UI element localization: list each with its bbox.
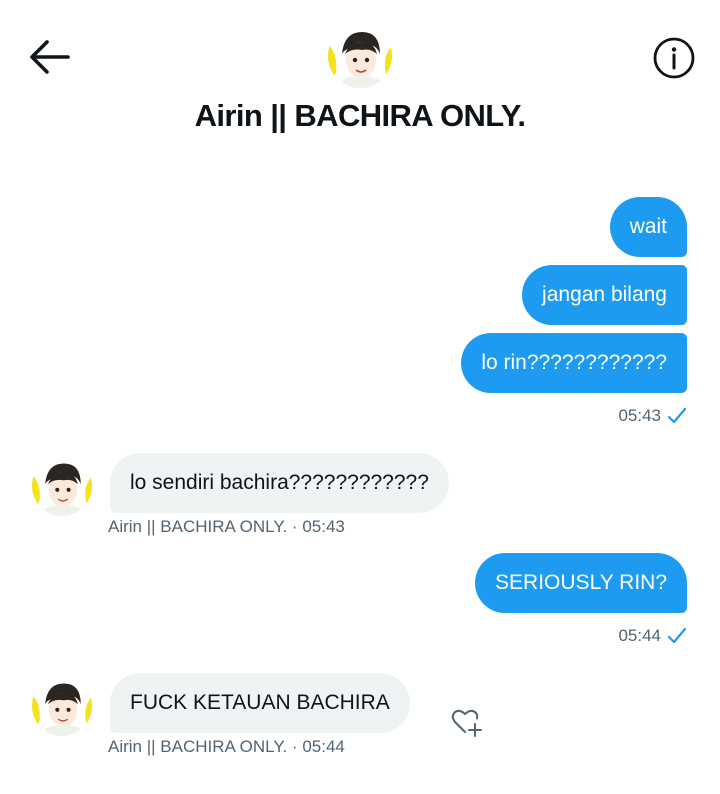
message-bubble-incoming[interactable]: lo sendiri bachira???????????? (110, 453, 449, 513)
profile-picture (32, 456, 92, 516)
profile-picture (328, 24, 392, 88)
check-icon (667, 407, 687, 424)
profile-picture (32, 676, 92, 736)
sender-avatar[interactable] (32, 676, 92, 736)
message-meta: 05:44 (618, 626, 687, 646)
heart-plus-icon (451, 709, 482, 737)
message-meta: 05:43 (618, 406, 687, 426)
message-bubble-outgoing[interactable]: wait (609, 197, 687, 257)
arrow-left-icon (30, 40, 70, 74)
add-reaction-button[interactable] (450, 706, 484, 738)
message-bubble-outgoing[interactable]: jangan bilang (522, 265, 687, 325)
message-bubble-incoming[interactable]: FUCK KETAUAN BACHIRA (110, 673, 410, 733)
message-meta: Airin || BACHIRA ONLY. · 05:43 (108, 517, 345, 536)
back-button[interactable] (28, 38, 70, 76)
message-meta: Airin || BACHIRA ONLY. · 05:44 (108, 737, 345, 756)
conversation-title[interactable]: Airin || BACHIRA ONLY. (0, 98, 720, 134)
check-icon (667, 627, 687, 644)
info-button[interactable] (652, 36, 696, 80)
info-icon (653, 37, 695, 79)
message-timestamp: 05:43 (618, 406, 661, 425)
message-bubble-outgoing[interactable]: lo rin???????????? (461, 333, 687, 393)
avatar[interactable] (328, 24, 392, 88)
conversation-header: Airin || BACHIRA ONLY. (0, 0, 720, 150)
message-bubble-outgoing[interactable]: SERIOUSLY RIN? (475, 553, 687, 613)
message-timestamp: 05:44 (618, 626, 661, 645)
sender-avatar[interactable] (32, 456, 92, 516)
